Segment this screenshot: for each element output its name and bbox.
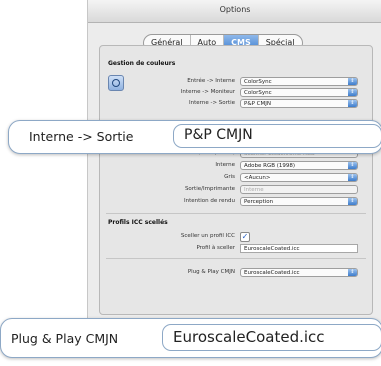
cms-panel: Gestion de couleurs Entrée -> Interne Co…: [99, 45, 373, 315]
popup-arrows-icon: ⇕: [348, 100, 357, 107]
plug-play-popup[interactable]: EuroscaleCoated.icc ⇕: [240, 268, 358, 277]
popup-arrows-icon: ⇕: [348, 162, 357, 169]
gray-popup[interactable]: <Aucun> ⇕: [240, 173, 358, 182]
title-bar: Options: [88, 0, 381, 23]
section-divider: [106, 213, 366, 214]
window-title: Options: [219, 5, 251, 14]
seal-icc-checkbox[interactable]: ✓: [240, 232, 250, 242]
internal-space-popup[interactable]: Adobe RGB (1998) ⇕: [240, 161, 358, 170]
row-label: Interne -> Moniteur: [180, 89, 235, 95]
callout-field: P&P CMJN: [173, 124, 381, 148]
seal-label: Sceller un profil ICC: [180, 233, 235, 239]
callout-internal-output: Interne -> Sortie P&P CMJN: [8, 120, 381, 154]
section-title-icc: Profils ICC scellés: [108, 219, 168, 226]
callout-field: EuroscaleCoated.icc: [162, 324, 381, 351]
plug-label: Plug & Play CMJN: [187, 269, 235, 275]
row-label: Intention de rendu: [183, 198, 235, 204]
row-label: Gris: [224, 174, 235, 180]
popup-arrows-icon: ⇕: [348, 174, 357, 181]
popup-arrows-icon: ⇕: [348, 269, 357, 276]
rendering-intent-popup[interactable]: Perception ⇕: [240, 197, 358, 206]
row-label: Interne: [215, 162, 235, 168]
internal-monitor-popup[interactable]: ColorSync ⇕: [240, 88, 358, 97]
row-label: Entrée -> Interne: [187, 78, 235, 84]
popup-arrows-icon: ⇕: [348, 78, 357, 85]
section-title-color-management: Gestion de couleurs: [108, 60, 176, 67]
profile-label: Profil à sceller: [196, 245, 235, 251]
section-divider: [106, 258, 366, 259]
popup-arrows-icon: ⇕: [348, 89, 357, 96]
callout-plug-play: Plug & Play CMJN EuroscaleCoated.icc: [0, 318, 381, 358]
internal-output-popup[interactable]: P&P CMJN ⇕: [240, 99, 358, 108]
row-label: Interne -> Sortie: [189, 100, 235, 106]
callout-label: Plug & Play CMJN: [11, 331, 119, 346]
input-internal-popup[interactable]: ColorSync ⇕: [240, 77, 358, 86]
output-printer-popup: Interne: [240, 185, 358, 194]
row-label: Sortie/Imprimante: [184, 186, 235, 192]
profile-to-seal-field[interactable]: EuroscaleCoated.icc: [240, 244, 358, 253]
callout-label: Interne -> Sortie: [29, 129, 134, 144]
checkmark-icon: ✓: [241, 232, 249, 241]
options-window: Options Général Auto CMS Spécial Gestion…: [87, 0, 381, 322]
popup-arrows-icon: ⇕: [348, 198, 357, 205]
